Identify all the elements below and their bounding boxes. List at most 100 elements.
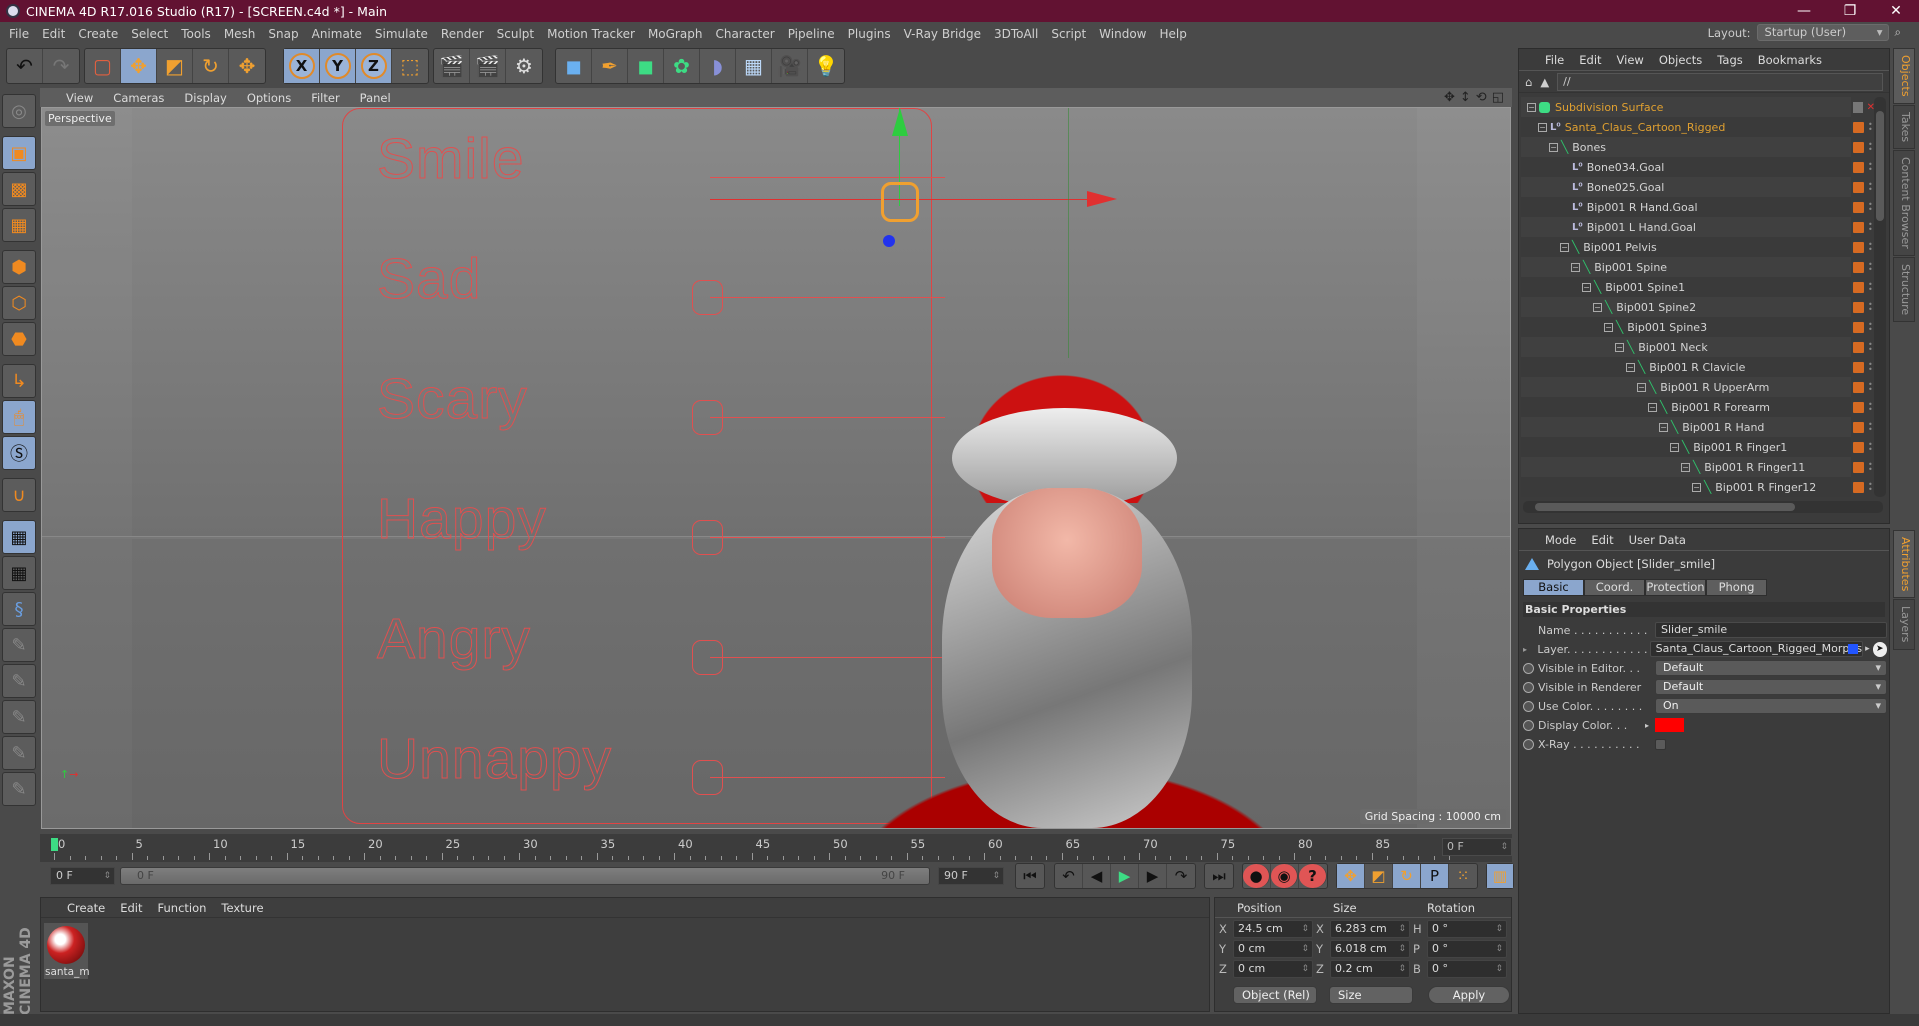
tweak-mode-icon[interactable]: 🖱 [2, 400, 36, 434]
restore-icon[interactable]: ❐ [1827, 3, 1873, 19]
attribute-menu-user-data[interactable]: User Data [1629, 533, 1686, 547]
render-picture-viewer-icon[interactable]: 🎬 [470, 49, 506, 83]
home-icon[interactable]: ⌂ [1525, 75, 1532, 89]
layout-dropdown[interactable]: Startup (User) [1756, 24, 1889, 41]
animate-radio-icon[interactable] [1523, 662, 1534, 674]
menu-help[interactable]: Help [1159, 27, 1186, 41]
visibility-dots-icon[interactable]: •• [1868, 181, 1873, 194]
display-tag-icon[interactable] [1853, 141, 1864, 153]
bend-deformer-icon[interactable]: ◗ [700, 49, 736, 83]
frame-range-slider[interactable]: 0 F 90 F [120, 867, 930, 885]
animate-radio-icon[interactable] [1523, 719, 1534, 731]
list-item[interactable]: − ╲ Bip001 R Hand [1521, 417, 1851, 437]
collapse-icon[interactable]: − [1538, 122, 1547, 132]
visibility-dots-icon[interactable]: •• [1868, 381, 1873, 394]
search-icon[interactable]: ⌕ [1895, 25, 1901, 40]
list-item[interactable]: − ╲ Bip001 R Finger12 [1521, 477, 1851, 497]
go-to-start-icon[interactable]: ⏮ [1016, 864, 1044, 888]
menu-mesh[interactable]: Mesh [224, 27, 256, 41]
workplane-mode-icon[interactable]: ▦ [2, 208, 36, 242]
rotation-b-field[interactable]: 0 ° [1427, 960, 1507, 978]
previous-frame-icon[interactable]: ◀ [1083, 864, 1111, 888]
size-z-field[interactable]: 0.2 cm [1330, 960, 1410, 978]
tab-basic[interactable]: Basic [1523, 579, 1584, 596]
visibility-dots-icon[interactable]: •• [1868, 461, 1873, 474]
next-frame-icon[interactable]: ▶ [1139, 864, 1167, 888]
timeline-ruler[interactable]: 051015202530354045505560657075808590 [40, 834, 1512, 862]
display-tag-icon[interactable] [1853, 181, 1864, 193]
viewport-menu-panel[interactable]: Panel [360, 91, 391, 105]
menu-script[interactable]: Script [1051, 27, 1086, 41]
object-menu-edit[interactable]: Edit [1579, 53, 1601, 67]
visibility-dots-icon[interactable]: •• [1868, 201, 1873, 214]
menu-file[interactable]: File [9, 27, 29, 41]
navigate-up-icon[interactable]: ▲ [1540, 75, 1549, 89]
layer-menu-icon[interactable]: ▸ [1865, 644, 1870, 654]
position-y-field[interactable]: 0 cm [1233, 940, 1313, 958]
tab-phong[interactable]: Phong [1706, 579, 1767, 596]
list-item[interactable]: − ╲ Bip001 Neck [1521, 337, 1851, 357]
visibility-dots-icon[interactable]: •• [1868, 341, 1873, 354]
tab-coord[interactable]: Coord. [1584, 579, 1645, 596]
list-item[interactable]: − ╲ Bip001 Spine [1521, 257, 1851, 277]
visible-in-editor-dropdown[interactable]: Default [1655, 660, 1887, 676]
side-tab-structure[interactable]: Structure [1893, 256, 1915, 322]
autokeying-icon[interactable]: ◉ [1271, 864, 1299, 888]
collapse-icon[interactable]: − [1637, 382, 1646, 392]
display-tag-icon[interactable] [1853, 441, 1864, 453]
material-menu-edit[interactable]: Edit [120, 901, 142, 915]
visibility-dots-icon[interactable]: •• [1868, 241, 1873, 254]
attribute-menu-mode[interactable]: Mode [1545, 533, 1576, 547]
menu-mograph[interactable]: MoGraph [648, 27, 703, 41]
slider-knob[interactable] [692, 280, 723, 315]
list-item[interactable]: − ╲ Bip001 Pelvis [1521, 237, 1851, 257]
toggle-view-icon[interactable]: ◱ [1492, 90, 1504, 105]
attribute-menu-edit[interactable]: Edit [1591, 533, 1613, 547]
list-item[interactable]: L⁰ Bone034.Goal [1521, 157, 1851, 177]
display-tag-icon[interactable] [1853, 121, 1864, 133]
camera-label[interactable]: Perspective [45, 111, 115, 126]
y-axis-arrow-icon[interactable] [892, 108, 908, 136]
viewport-menu-filter[interactable]: Filter [311, 91, 339, 105]
solo-icon[interactable]: Ⓢ [2, 436, 36, 470]
xray-checkbox[interactable] [1655, 738, 1666, 750]
menu-tools[interactable]: Tools [181, 27, 211, 41]
render-settings-icon[interactable]: ⚙ [506, 49, 542, 83]
coordinate-mode-dropdown[interactable]: Object (Rel) [1233, 986, 1317, 1004]
rotate-icon[interactable]: ↻ [193, 49, 229, 83]
collapse-icon[interactable]: − [1582, 282, 1591, 292]
object-menu-view[interactable]: View [1617, 53, 1644, 67]
slider-knob[interactable] [692, 760, 723, 795]
selected-slider-knob[interactable] [881, 182, 919, 222]
texture-mode-icon[interactable]: ▩ [2, 172, 36, 206]
visibility-dots-icon[interactable]: •• [1868, 401, 1873, 414]
next-key-icon[interactable]: ↷ [1167, 864, 1195, 888]
display-color-swatch[interactable] [1655, 718, 1684, 732]
z-axis-lock-icon[interactable]: Z [356, 49, 392, 83]
end-frame-field[interactable]: 90 F [938, 867, 1004, 885]
world-coordinates-icon[interactable]: ⬚ [392, 49, 428, 83]
viewport-menu-options[interactable]: Options [247, 91, 291, 105]
pan-view-icon[interactable]: ✥ [1444, 90, 1455, 105]
side-tab-objects[interactable]: Objects [1893, 48, 1915, 104]
key-position-icon[interactable]: ✥ [1337, 864, 1365, 888]
tab-protection[interactable]: Protection [1645, 579, 1706, 596]
pick-layer-icon[interactable]: ➤ [1872, 641, 1887, 657]
cube-icon[interactable]: ◼ [556, 49, 592, 83]
visibility-dots-icon[interactable]: •• [1868, 321, 1873, 334]
collapse-icon[interactable]: − [1692, 482, 1701, 492]
list-item[interactable]: − ╲ Bip001 Spine3 [1521, 317, 1851, 337]
key-pla-icon[interactable]: ⁙ [1449, 864, 1477, 888]
recent-tool-icon[interactable]: ✥ [229, 49, 265, 83]
list-item[interactable]: − L⁰ Santa_Claus_Cartoon_Rigged [1521, 117, 1851, 137]
list-item[interactable]: − Subdivision Surface [1521, 97, 1851, 117]
layer-field[interactable]: Santa_Claus_Cartoon_Rigged_Morphs [1649, 641, 1864, 657]
display-tag-icon[interactable] [1853, 161, 1864, 173]
collapse-icon[interactable]: − [1560, 242, 1569, 252]
expand-icon[interactable]: ▸ [1523, 645, 1537, 654]
sculpt-inflate-icon[interactable]: ✎ [2, 736, 36, 770]
scale-icon[interactable]: ◩ [157, 49, 193, 83]
display-tag-icon[interactable] [1853, 401, 1864, 413]
polygons-mode-icon[interactable]: ⬣ [2, 322, 36, 356]
collapse-icon[interactable]: − [1648, 402, 1657, 412]
